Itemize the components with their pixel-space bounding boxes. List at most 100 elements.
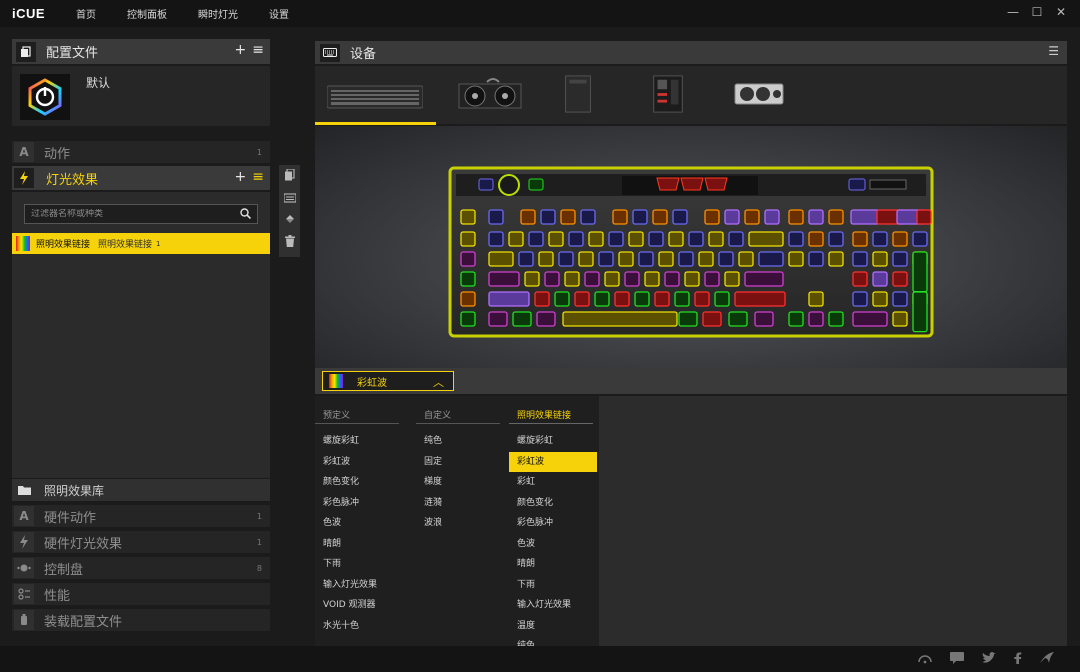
keyboard-key[interactable]	[808, 231, 824, 247]
keyboard-key[interactable]	[912, 291, 928, 333]
keyboard-key[interactable]	[488, 311, 508, 327]
keyboard-key[interactable]	[574, 291, 590, 307]
keyboard-key[interactable]	[628, 231, 644, 247]
keyboard-key[interactable]	[634, 291, 650, 307]
device-motherboard-thumb[interactable]	[651, 74, 685, 114]
keyboard-key[interactable]	[644, 271, 660, 287]
keyboard-key[interactable]	[518, 251, 534, 267]
keyboard-key[interactable]	[488, 231, 504, 247]
device-keyboard-thumb[interactable]	[327, 74, 423, 114]
keyboard-key[interactable]	[664, 271, 680, 287]
effect-option[interactable]: 颜色变化	[509, 493, 597, 514]
effect-option[interactable]: 纯色	[416, 431, 504, 452]
keyboard-key[interactable]	[598, 251, 614, 267]
keyboard-key[interactable]	[652, 209, 668, 225]
reorder-icon[interactable]	[285, 213, 295, 229]
keyboard-key[interactable]	[808, 311, 824, 327]
keyboard-key[interactable]	[852, 231, 868, 247]
keyboard-key[interactable]	[808, 209, 824, 225]
section-actions[interactable]: A 动作 1	[12, 141, 270, 163]
keyboard-key[interactable]	[788, 209, 804, 225]
keyboard-key[interactable]	[564, 271, 580, 287]
keyboard-key[interactable]	[850, 209, 880, 225]
lighting-menu-button[interactable]: ≡	[252, 169, 264, 185]
keyboard-key[interactable]	[852, 291, 868, 307]
keyboard-key[interactable]	[460, 231, 476, 247]
keyboard-key[interactable]	[568, 231, 584, 247]
effect-option[interactable]: 温度	[509, 616, 597, 637]
keyboard-key[interactable]	[912, 251, 928, 293]
effect-option[interactable]: 水光十色	[315, 616, 403, 637]
lighting-effects-header[interactable]: 灯光效果 + ≡	[12, 166, 270, 190]
keyboard-key[interactable]	[488, 291, 530, 307]
keyboard-key[interactable]	[588, 231, 604, 247]
effect-option[interactable]: 梯度	[416, 472, 504, 493]
lighting-library-header[interactable]: 照明效果库	[12, 479, 270, 501]
copy-icon[interactable]	[284, 168, 295, 185]
keyboard-key[interactable]	[744, 271, 784, 287]
keyboard-key[interactable]	[638, 251, 654, 267]
keyboard-key[interactable]	[618, 251, 634, 267]
device-case-thumb[interactable]	[563, 74, 593, 114]
keyboard-key[interactable]	[688, 231, 704, 247]
effect-option[interactable]: 色波	[509, 534, 597, 555]
keyboard-key[interactable]	[460, 311, 476, 327]
keyboard-key[interactable]	[738, 251, 754, 267]
keyboard-key[interactable]	[916, 209, 932, 225]
keyboard-key[interactable]	[694, 291, 710, 307]
nav-dashboard[interactable]: 控制面板	[127, 6, 167, 21]
keyboard-key[interactable]	[580, 209, 596, 225]
keyboard-key[interactable]	[672, 209, 688, 225]
keyboard-key[interactable]	[764, 209, 780, 225]
keyboard-key[interactable]	[744, 209, 760, 225]
keyboard-key[interactable]	[724, 271, 740, 287]
effect-option[interactable]: 输入灯光效果	[315, 575, 403, 596]
keyboard-key[interactable]	[788, 311, 804, 327]
lighting-filter-input[interactable]	[31, 209, 231, 219]
keyboard-key[interactable]	[728, 231, 744, 247]
maximize-button[interactable]: ☐	[1030, 5, 1044, 19]
section-performance[interactable]: 性能	[12, 583, 270, 605]
keyboard-key[interactable]	[544, 271, 560, 287]
keyboard-key[interactable]	[520, 209, 536, 225]
effect-option[interactable]: 涟漪	[416, 493, 504, 514]
keyboard-key[interactable]	[702, 311, 722, 327]
add-lighting-button[interactable]: +	[235, 169, 247, 185]
keyboard-key[interactable]	[754, 311, 774, 327]
keyboard-key[interactable]	[724, 209, 740, 225]
effect-option[interactable]: 输入灯光效果	[509, 595, 597, 616]
keyboard-key[interactable]	[872, 251, 888, 267]
keyboard-key[interactable]	[554, 291, 570, 307]
keyboard-key[interactable]	[540, 209, 556, 225]
keyboard-key[interactable]	[828, 231, 844, 247]
effect-option[interactable]: 彩虹波	[315, 452, 403, 473]
keyboard-key[interactable]	[684, 271, 700, 287]
keyboard-key[interactable]	[534, 291, 550, 307]
device-gpu-thumb[interactable]	[733, 74, 785, 114]
chat-icon[interactable]	[950, 652, 964, 667]
keyboard-key[interactable]	[808, 251, 824, 267]
keyboard-key[interactable]	[608, 231, 624, 247]
keyboard-key[interactable]	[704, 209, 720, 225]
keyboard-key[interactable]	[668, 231, 684, 247]
keyboard-key[interactable]	[488, 251, 514, 267]
keyboard-key[interactable]	[654, 291, 670, 307]
keyboard-key[interactable]	[748, 231, 784, 247]
keyboard-key[interactable]	[460, 209, 476, 225]
add-profile-button[interactable]: +	[235, 42, 247, 58]
effect-option[interactable]: 固定	[416, 452, 504, 473]
section-dial[interactable]: 控制盘 8	[12, 557, 270, 579]
keyboard-key[interactable]	[734, 291, 786, 307]
keyboard-key[interactable]	[892, 231, 908, 247]
nav-settings[interactable]: 设置	[269, 6, 289, 21]
effect-option[interactable]: 波浪	[416, 513, 504, 534]
keyboard-key[interactable]	[604, 271, 620, 287]
keyboard-key[interactable]	[488, 271, 520, 287]
keyboard-key[interactable]	[892, 271, 908, 287]
search-icon[interactable]	[240, 208, 252, 222]
keyboard-key[interactable]	[788, 251, 804, 267]
facebook-icon[interactable]	[1014, 652, 1022, 667]
keyboard-key[interactable]	[912, 231, 928, 247]
keyboard-key[interactable]	[460, 251, 476, 267]
keyboard-key[interactable]	[828, 251, 844, 267]
